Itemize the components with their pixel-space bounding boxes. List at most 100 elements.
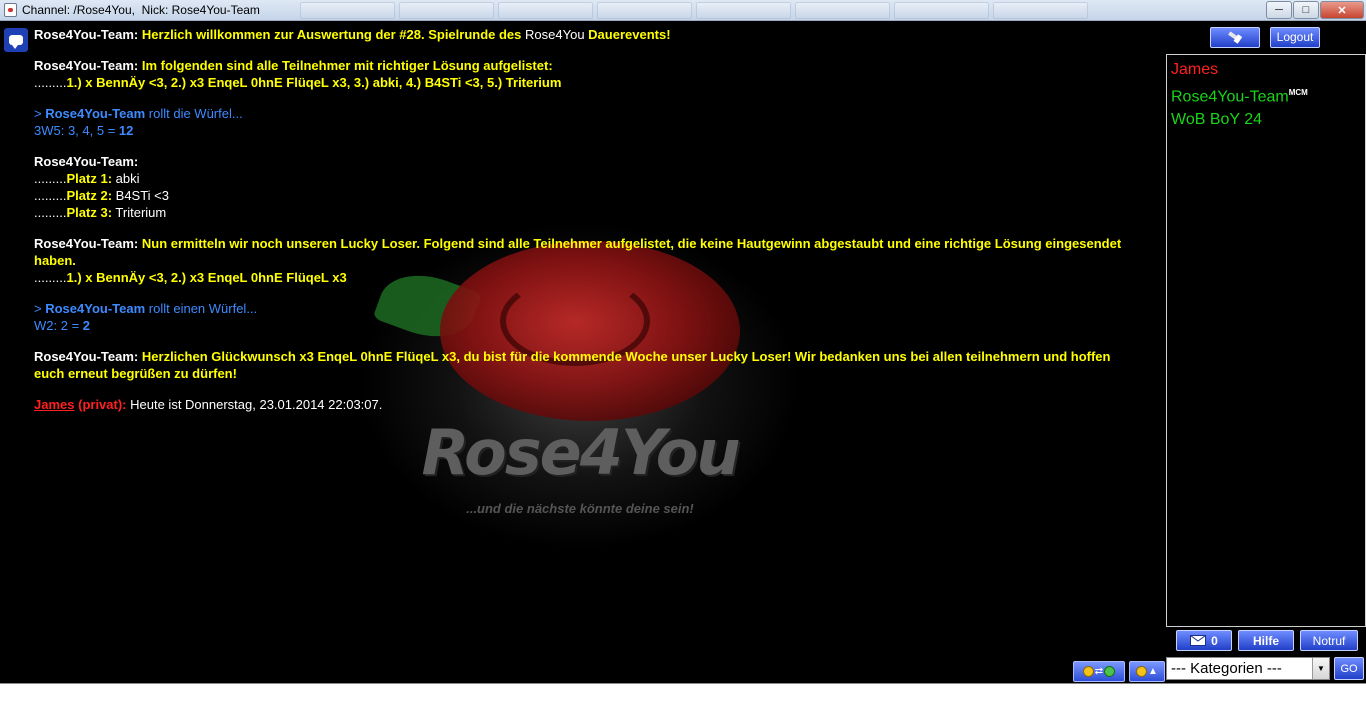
roll-action: rollt einen Würfel... — [148, 301, 258, 316]
window-controls: ─ □ ✕ — [1266, 1, 1364, 19]
roll-action: rollt die Würfel... — [148, 106, 243, 121]
envelope-icon — [1190, 635, 1207, 646]
message-text: Nun ermitteln wir noch unseren Lucky Los… — [34, 236, 1122, 268]
mail-count: 0 — [1211, 633, 1218, 648]
message-list: Rose4You-Team: Herzlich willkommen zur A… — [34, 26, 1144, 427]
chat-message: Rose4You-Team: Herzlich willkommen zur A… — [34, 26, 1144, 43]
ghost-tab — [597, 2, 692, 19]
message-indent: ......... — [34, 205, 67, 220]
message-sender[interactable]: James — [34, 397, 74, 412]
sidebar: Logout James Rose4You-TeamMCM WoB BoY 24… — [1166, 21, 1366, 683]
user-name: WoB BoY 24 — [1171, 111, 1263, 129]
message-indent: ......... — [34, 188, 67, 203]
sidebar-button-row: 0 Hilfe Notruf — [1176, 630, 1358, 651]
message-sender[interactable]: Rose4You-Team: — [34, 27, 138, 42]
user-list-item[interactable]: James — [1171, 58, 1365, 81]
message-sender[interactable]: Rose4You-Team — [45, 301, 145, 316]
window-title: Channel: /Rose4You, Nick: Rose4You-Team — [22, 3, 260, 17]
user-list-item[interactable]: Rose4You-TeamMCM — [1171, 81, 1365, 108]
message-text: Rose4You — [525, 27, 585, 42]
roll-result-value: 2 — [82, 318, 91, 333]
message-indent: ......... — [34, 270, 67, 285]
category-select[interactable]: --- Kategorien --- ▼ — [1166, 657, 1330, 680]
smiley-menu-button[interactable]: ▲ — [1129, 661, 1165, 682]
message-text: Im folgenden sind alle Teilnehmer mit ri… — [141, 58, 553, 73]
message-text: Dauerevents! — [588, 27, 671, 42]
green-smiley-icon — [1104, 666, 1116, 677]
flashlight-icon — [1228, 31, 1243, 44]
message-indent: ......... — [34, 75, 67, 90]
ghost-tab — [498, 2, 593, 19]
mailbox-button[interactable]: 0 — [1176, 630, 1232, 651]
user-list-item[interactable]: WoB BoY 24 — [1171, 108, 1365, 131]
ghost-tab — [795, 2, 890, 19]
dice-roll-message: > Rose4You-Team rollt einen Würfel... W2… — [34, 300, 1144, 334]
background-taskbar-tabs — [300, 2, 1088, 19]
emergency-button[interactable]: Notruf — [1300, 630, 1358, 651]
chat-bubble-icon[interactable] — [4, 28, 28, 52]
private-message: James (privat): Heute ist Donnerstag, 23… — [34, 396, 1144, 413]
message-sender[interactable]: Rose4You-Team: — [34, 154, 138, 169]
minimize-button[interactable]: ─ — [1266, 1, 1292, 19]
user-name: James — [1171, 61, 1219, 78]
message-sender[interactable]: Rose4You-Team — [45, 106, 145, 121]
smiley-toolbar: ⇄ ▲ — [1073, 661, 1165, 683]
roll-result-label: 3W5: 3, 4, 5 = — [34, 123, 116, 138]
message-text: Heute ist Donnerstag, 23.01.2014 22:03:0… — [130, 397, 383, 412]
message-indent: ......... — [34, 171, 67, 186]
maximize-button[interactable]: □ — [1293, 1, 1319, 19]
flashlight-button[interactable] — [1210, 26, 1260, 48]
smiley-icon — [1136, 666, 1148, 677]
ghost-tab — [993, 2, 1088, 19]
dice-roll-message: > Rose4You-Team rollt die Würfel... 3W5:… — [34, 105, 1144, 139]
ghost-tab — [300, 2, 395, 19]
chat-message: Rose4You-Team: Nun ermitteln wir noch un… — [34, 235, 1144, 286]
message-text: 1.) x BennÄy <3, 2.) x3 EnqeL 0hnE Flüqe… — [66, 75, 562, 90]
smiley-swap-button[interactable]: ⇄ — [1073, 661, 1125, 682]
go-button[interactable]: GO — [1334, 657, 1364, 680]
java-app-icon — [4, 3, 17, 17]
chat-message: Rose4You-Team: .........Platz 1: abki ..… — [34, 153, 1144, 221]
user-name: Rose4You-Team — [1171, 88, 1289, 106]
ghost-tab — [696, 2, 791, 19]
chat-message: Rose4You-Team: Im folgenden sind alle Te… — [34, 57, 1144, 91]
message-sender[interactable]: Rose4You-Team: — [34, 349, 138, 364]
chat-app-window: Channel: /Rose4You, Nick: Rose4You-Team … — [0, 0, 1366, 728]
place-name: Triterium — [115, 205, 167, 220]
chat-input[interactable] — [0, 684, 1366, 728]
help-button[interactable]: Hilfe — [1238, 630, 1294, 651]
ghost-tab — [894, 2, 989, 19]
message-text: 1.) x BennÄy <3, 2.) x3 EnqeL 0hnE Flüqe… — [66, 270, 347, 285]
caret-up-icon: ▲ — [1148, 666, 1158, 677]
message-text: Herzlich willkommen zur Auswertung der #… — [141, 27, 522, 42]
place-label: Platz 3: — [66, 205, 113, 220]
roll-result-label: W2: 2 = — [34, 318, 80, 333]
roll-result-value: 12 — [118, 123, 134, 138]
category-selected-value: --- Kategorien --- — [1171, 660, 1282, 677]
chat-input-bar — [0, 683, 1366, 728]
user-role-badge: MCM — [1288, 88, 1308, 97]
smiley-icon — [1082, 666, 1094, 677]
private-tag: (privat): — [78, 397, 127, 412]
message-sender[interactable]: Rose4You-Team: — [34, 236, 138, 251]
chat-message-area[interactable]: Rose4You ...und die nächste könnte deine… — [0, 21, 1166, 661]
roll-prefix: > — [34, 106, 42, 121]
watermark-slogan: ...und die nächste könnte deine sein! — [466, 501, 694, 516]
message-sender[interactable]: Rose4You-Team: — [34, 58, 138, 73]
place-label: Platz 2: — [66, 188, 113, 203]
chat-message: Rose4You-Team: Herzlichen Glückwunsch x3… — [34, 348, 1144, 382]
user-list[interactable]: James Rose4You-TeamMCM WoB BoY 24 — [1166, 54, 1366, 627]
speech-bubble-icon — [9, 35, 23, 49]
swap-arrows-icon: ⇄ — [1094, 666, 1104, 677]
close-button[interactable]: ✕ — [1320, 1, 1364, 19]
place-label: Platz 1: — [66, 171, 113, 186]
window-titlebar[interactable]: Channel: /Rose4You, Nick: Rose4You-Team … — [0, 0, 1366, 21]
logout-button[interactable]: Logout — [1270, 26, 1320, 48]
chevron-down-icon[interactable]: ▼ — [1312, 658, 1329, 679]
place-name: B4STi <3 — [115, 188, 170, 203]
roll-prefix: > — [34, 301, 42, 316]
ghost-tab — [399, 2, 494, 19]
sidebar-topbar: Logout — [1166, 21, 1366, 53]
message-text: Herzlichen Glückwunsch x3 EnqeL 0hnE Flü… — [34, 349, 1111, 381]
category-row: --- Kategorien --- ▼ GO — [1166, 657, 1366, 681]
